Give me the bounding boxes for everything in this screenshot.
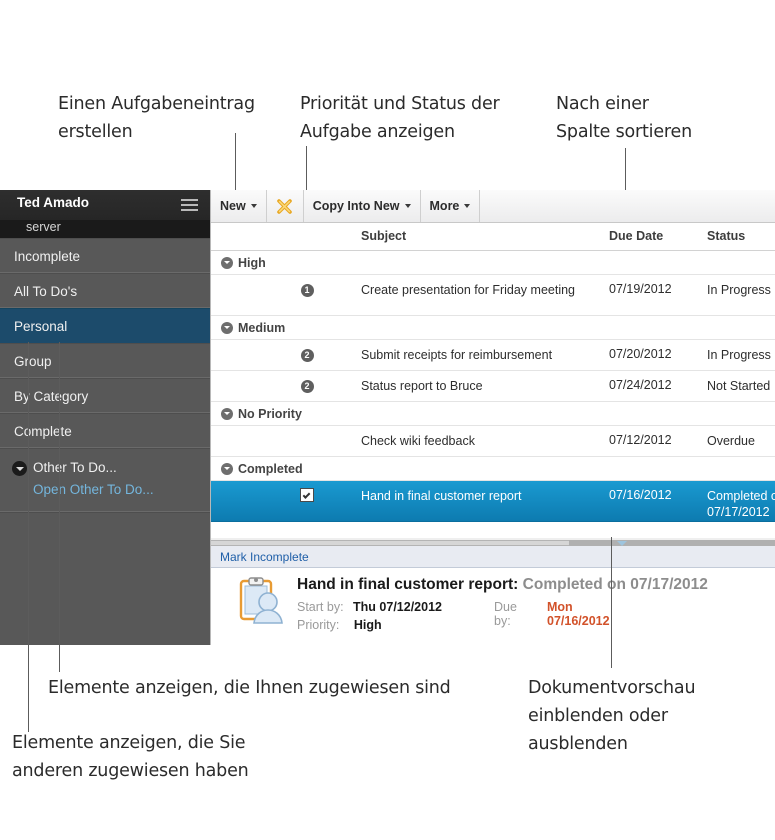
task-grid: High 1 Create presentation for Friday me… bbox=[211, 251, 775, 522]
table-row[interactable]: 1 Create presentation for Friday meeting… bbox=[211, 275, 775, 316]
group-label: No Priority bbox=[238, 406, 302, 421]
copy-into-new-button[interactable]: Copy Into New bbox=[304, 190, 421, 222]
chevron-down-icon bbox=[464, 204, 471, 208]
row-subject: Create presentation for Friday meeting bbox=[361, 283, 575, 297]
screenshot-stage: Einen Aufgabeneintrag erstellen Prioritä… bbox=[0, 0, 775, 840]
toolbar: New Copy Into New More bbox=[211, 190, 775, 223]
sidebar-header: Ted Amado bbox=[0, 190, 210, 220]
row-due-date: 07/19/2012 bbox=[609, 282, 672, 296]
column-header-due-date[interactable]: Due Date bbox=[609, 229, 663, 243]
preview-title-text: Hand in final customer report: bbox=[297, 576, 519, 593]
group-label: High bbox=[238, 255, 266, 270]
sidebar-other-todo-label: Other To Do... bbox=[33, 460, 117, 475]
leader-line-new bbox=[235, 133, 236, 195]
leader-line-assigned-to-others bbox=[28, 342, 29, 732]
preview-title: Hand in final customer report: Completed… bbox=[297, 576, 708, 594]
leader-line-preview-toggle bbox=[611, 537, 612, 668]
group-header-completed[interactable]: Completed bbox=[211, 457, 775, 481]
sidebar-item-all-to-dos[interactable]: All To Do's bbox=[0, 273, 210, 308]
sidebar-item-by-category[interactable]: By Category bbox=[0, 378, 210, 413]
preview-pane: Mark Incomplete Hand in final customer r… bbox=[211, 546, 775, 645]
start-by-label: Start by: bbox=[297, 600, 344, 614]
sidebar-item-complete[interactable]: Complete bbox=[0, 413, 210, 448]
column-header-status[interactable]: Status bbox=[707, 229, 745, 243]
group-header-medium[interactable]: Medium bbox=[211, 316, 775, 340]
chevron-down-circle-icon[interactable] bbox=[221, 462, 233, 475]
start-by-value: Thu 07/12/2012 bbox=[353, 600, 442, 614]
row-status: In Progress bbox=[707, 348, 771, 362]
row-status: Completed on 07/17/2012 bbox=[707, 489, 775, 519]
sidebar: Ted Amado server Incomplete All To Do's … bbox=[0, 190, 210, 645]
table-row[interactable]: 2 Status report to Bruce 07/24/2012 Not … bbox=[211, 371, 775, 402]
chevron-down-circle-icon[interactable] bbox=[221, 256, 233, 269]
priority-label: Priority: bbox=[297, 618, 340, 632]
chevron-down-circle-icon[interactable] bbox=[12, 460, 27, 476]
annotation-assigned-to-you: Elemente anzeigen, die Ihnen zugewiesen … bbox=[48, 678, 451, 698]
annotation-sort-column: Nach einer Spalte sortieren bbox=[556, 94, 692, 142]
preview-completed-text: Completed on 07/17/2012 bbox=[522, 576, 708, 593]
checkbox-checked-icon[interactable] bbox=[297, 488, 317, 505]
row-status: In Progress bbox=[707, 283, 771, 297]
toolbar-filler bbox=[480, 190, 775, 222]
row-due-date: 07/20/2012 bbox=[609, 347, 672, 361]
preview-metadata: Start by: Thu 07/12/2012 Due by: Mon 07/… bbox=[297, 600, 610, 636]
mark-incomplete-link[interactable]: Mark Incomplete bbox=[211, 546, 775, 568]
group-header-no-priority[interactable]: No Priority bbox=[211, 402, 775, 426]
priority-1-icon: 1 bbox=[297, 282, 317, 297]
sidebar-item-personal[interactable]: Personal bbox=[0, 308, 210, 343]
annotation-preview-toggle: Dokumentvorschau einblenden oder ausblen… bbox=[528, 678, 696, 754]
clipboard-person-icon bbox=[238, 576, 288, 624]
new-button[interactable]: New bbox=[211, 190, 267, 222]
table-row[interactable]: Hand in final customer report 07/16/2012… bbox=[211, 481, 775, 522]
row-subject: Submit receipts for reimbursement bbox=[361, 348, 553, 362]
annotation-new-entry: Einen Aufgabeneintrag erstellen bbox=[58, 94, 255, 142]
column-headers: Subject Due Date Status bbox=[211, 223, 775, 251]
sidebar-empty-area bbox=[0, 512, 210, 663]
priority-2-icon: 2 bbox=[297, 378, 317, 393]
application-window: Ted Amado server Incomplete All To Do's … bbox=[0, 190, 775, 645]
row-due-date: 07/12/2012 bbox=[609, 433, 672, 447]
column-header-subject[interactable]: Subject bbox=[361, 229, 406, 243]
sidebar-item-group[interactable]: Group bbox=[0, 343, 210, 378]
hamburger-icon[interactable] bbox=[181, 199, 198, 211]
preview-body: Hand in final customer report: Completed… bbox=[211, 568, 775, 632]
row-subject: Status report to Bruce bbox=[361, 379, 483, 393]
due-by-label: Due by: bbox=[494, 600, 517, 628]
table-row[interactable]: Check wiki feedback 07/12/2012 Overdue bbox=[211, 426, 775, 457]
annotation-assigned-to-others: Elemente anzeigen, die Sie anderen zugew… bbox=[12, 733, 249, 781]
due-by-value: Mon 07/16/2012 bbox=[547, 600, 610, 628]
chevron-down-icon bbox=[250, 204, 257, 208]
sidebar-item-incomplete[interactable]: Incomplete bbox=[0, 238, 210, 273]
delete-x-icon[interactable] bbox=[267, 190, 304, 222]
server-label: server bbox=[0, 220, 210, 238]
group-label: Medium bbox=[238, 320, 286, 335]
priority-value: High bbox=[353, 618, 382, 632]
row-subject: Hand in final customer report bbox=[361, 489, 522, 503]
sidebar-open-other-todo-link[interactable]: Open Other To Do... bbox=[0, 479, 210, 501]
user-name: Ted Amado bbox=[17, 195, 90, 210]
row-status: Not Started bbox=[707, 379, 771, 393]
row-due-date: 07/24/2012 bbox=[609, 378, 672, 392]
row-status: Overdue bbox=[707, 434, 755, 448]
priority-2-icon: 2 bbox=[297, 347, 317, 362]
group-header-high[interactable]: High bbox=[211, 251, 775, 275]
annotation-priority-status: Priorität und Status der Aufgabe anzeige… bbox=[300, 94, 500, 142]
sidebar-other-todo-header[interactable]: Other To Do... bbox=[0, 457, 210, 479]
more-button[interactable]: More bbox=[421, 190, 481, 222]
chevron-down-icon bbox=[404, 204, 411, 208]
table-row[interactable]: 2 Submit receipts for reimbursement 07/2… bbox=[211, 340, 775, 371]
leader-line-assigned-to-you bbox=[59, 342, 60, 672]
chevron-down-circle-icon[interactable] bbox=[221, 407, 233, 420]
sidebar-other-todo-group: Other To Do... Open Other To Do... bbox=[0, 448, 210, 512]
row-subject: Check wiki feedback bbox=[361, 434, 475, 448]
row-due-date: 07/16/2012 bbox=[609, 488, 672, 502]
main-pane: New Copy Into New More Subject Due Date … bbox=[210, 190, 775, 645]
chevron-down-circle-icon[interactable] bbox=[221, 321, 233, 334]
group-label: Completed bbox=[238, 461, 303, 476]
